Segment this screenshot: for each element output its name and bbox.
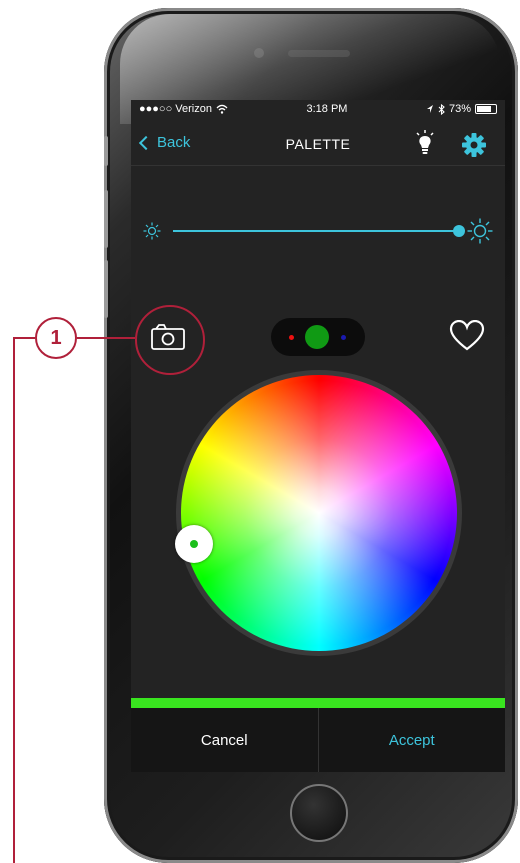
home-button[interactable]: [290, 784, 348, 842]
color-picker-handle[interactable]: [175, 525, 213, 563]
battery-icon: [475, 104, 497, 114]
slider-track[interactable]: [173, 230, 459, 232]
app-screen: ●●●○○ Verizon 3:18 PM 73% Back PALETTE C…: [131, 100, 505, 772]
accept-button[interactable]: Accept: [319, 708, 506, 772]
callout-ring: [135, 305, 205, 375]
color-wheel[interactable]: [181, 375, 457, 651]
page-title: PALETTE: [285, 136, 351, 152]
mute-switch: [104, 136, 108, 166]
location-icon: [426, 105, 433, 113]
cancel-button[interactable]: Cancel: [131, 708, 319, 772]
heart-icon[interactable]: [449, 320, 485, 352]
gear-icon[interactable]: [461, 132, 487, 158]
sun-large-icon: [467, 218, 493, 244]
clock-label: 3:18 PM: [306, 103, 348, 115]
sun-small-icon: [143, 222, 161, 240]
callout-line-left: [13, 337, 35, 339]
selected-color-bar: [131, 698, 505, 708]
slider-thumb[interactable]: [453, 225, 465, 237]
wifi-icon: [216, 104, 228, 114]
battery-percent: 73%: [448, 103, 471, 115]
volume-down-button: [104, 260, 108, 318]
callout-badge: 1: [35, 317, 77, 359]
lightbulb-icon[interactable]: [415, 130, 435, 156]
action-bar: Cancel Accept: [131, 708, 505, 772]
callout-line-right: [77, 337, 135, 339]
blue-channel-dot: [341, 335, 346, 340]
volume-up-button: [104, 190, 108, 248]
front-camera: [254, 48, 264, 58]
green-channel-dot: [305, 325, 329, 349]
earpiece-speaker: [288, 50, 350, 57]
carrier-label: ●●●○○ Verizon: [139, 103, 212, 115]
nav-bar: Back PALETTE: [131, 122, 505, 166]
rgb-indicator[interactable]: [271, 318, 365, 356]
status-bar: ●●●○○ Verizon 3:18 PM 73%: [131, 100, 505, 118]
bluetooth-icon: [438, 103, 445, 115]
brightness-slider[interactable]: [141, 216, 495, 246]
red-channel-dot: [289, 335, 294, 340]
callout-line-vertical: [13, 337, 15, 863]
